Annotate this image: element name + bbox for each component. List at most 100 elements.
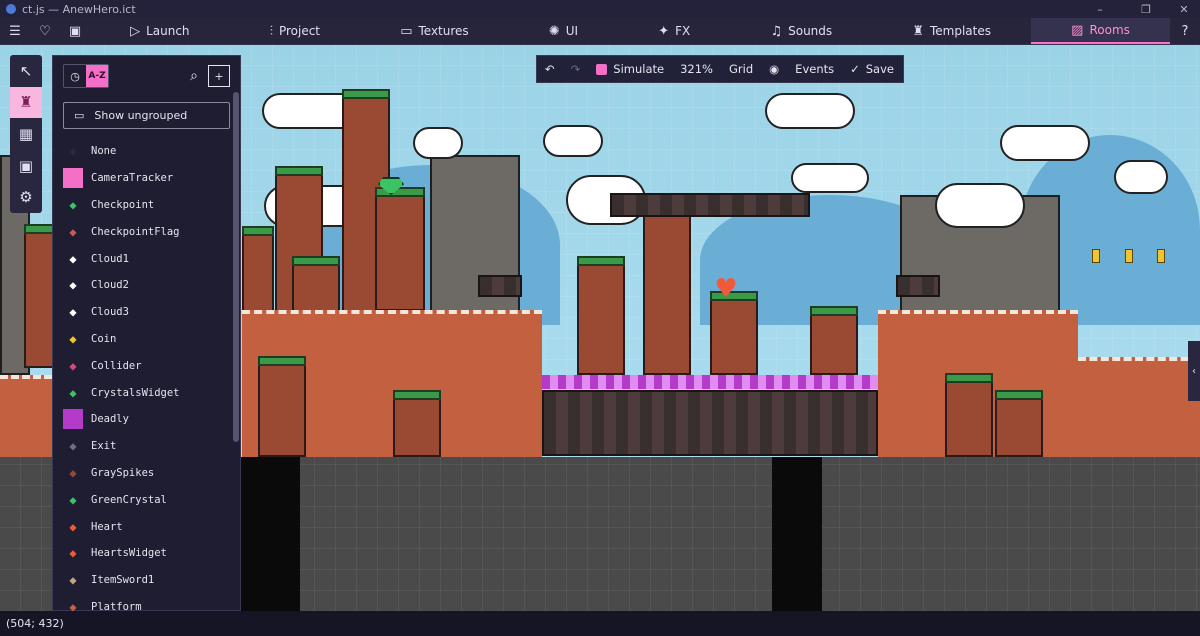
show-ungrouped-button[interactable]: ▭ Show ungrouped <box>63 102 230 129</box>
template-name: Exit <box>91 440 117 453</box>
tab-project[interactable]: ⫶ Project <box>230 18 360 44</box>
rooms-icon: ▨ <box>1071 22 1084 38</box>
coin-copy[interactable] <box>1092 249 1100 263</box>
library-scrollbar[interactable] <box>233 92 239 442</box>
cloud-copy[interactable] <box>791 163 869 193</box>
sort-by-name-button[interactable]: A-Z <box>86 65 108 87</box>
list-item[interactable]: CameraTracker <box>63 165 231 192</box>
eye-icon: ◉ <box>769 62 780 76</box>
template-name: Heart <box>91 520 123 533</box>
select-tool-button[interactable]: ↖ <box>10 55 42 87</box>
cloud-copy[interactable] <box>1114 160 1168 194</box>
cloud-copy[interactable] <box>1000 125 1090 161</box>
list-item[interactable]: ◆ Cloud2 <box>63 272 231 299</box>
room-settings-button[interactable]: ⚙ <box>10 181 42 213</box>
tab-textures[interactable]: ▭ Textures <box>360 18 509 44</box>
template-name: CheckpointFlag <box>91 225 180 238</box>
tool-rail: ↖ ♜ ▦ ▣ ⚙ <box>10 55 42 213</box>
list-item[interactable]: ◆ Exit <box>63 433 231 460</box>
list-item[interactable]: ◆ ItemSword1 <box>63 567 231 594</box>
template-thumbnail: ◆ <box>69 492 77 507</box>
tab-label: Sounds <box>788 24 833 38</box>
events-label: Events <box>795 62 835 76</box>
deadly-zone[interactable] <box>542 375 878 389</box>
template-thumbnail: ◆ <box>69 305 77 320</box>
list-item[interactable]: ◆ Checkpoint <box>63 192 231 219</box>
list-item[interactable]: Deadly <box>63 406 231 433</box>
new-folder-button[interactable]: + <box>208 65 230 87</box>
template-name: Cloud3 <box>91 306 129 319</box>
save-project-button[interactable]: ▣ <box>60 18 90 44</box>
list-item[interactable]: ◆ Cloud3 <box>63 299 231 326</box>
zoom-button[interactable]: 321% <box>672 55 721 83</box>
undo-button[interactable]: ↶ <box>537 55 563 83</box>
tab-ui[interactable]: ✺ UI <box>509 18 618 44</box>
template-thumbnail: ◆ <box>69 573 77 588</box>
template-list: ◆ None CameraTracker ◆ Checkpoint ◆ Checkpoint… <box>63 138 231 612</box>
list-item[interactable]: ◆ CrystalsWidget <box>63 379 231 406</box>
events-button[interactable]: Events <box>787 55 842 83</box>
cloud-copy[interactable] <box>543 125 603 157</box>
list-item[interactable]: ◆ Collider <box>63 352 231 379</box>
list-item[interactable]: ◆ CheckpointFlag <box>63 218 231 245</box>
tiles-tool-button[interactable]: ▦ <box>10 118 42 150</box>
sort-by-date-button[interactable]: ◷ <box>64 65 86 87</box>
minimize-button[interactable]: – <box>1080 0 1120 18</box>
tab-sounds[interactable]: ♫ Sounds <box>730 18 872 44</box>
list-item[interactable]: ◆ Platform <box>63 594 231 612</box>
folder-icon: ▭ <box>74 109 85 122</box>
cloud-copy[interactable] <box>935 183 1025 228</box>
template-name: CameraTracker <box>91 172 174 185</box>
pillar-tile <box>258 356 306 457</box>
copies-tool-button[interactable]: ♜ <box>10 86 42 119</box>
list-item[interactable]: ◆ Coin <box>63 326 231 353</box>
library-header: ◷ A-Z ⌕ + <box>53 56 240 96</box>
tab-fx[interactable]: ✦ FX <box>618 18 730 44</box>
list-item[interactable]: ◆ Cloud1 <box>63 245 231 272</box>
pillar-tile <box>375 187 425 311</box>
template-name: CrystalsWidget <box>91 386 180 399</box>
pillar-tile <box>810 306 858 375</box>
image-icon: ▭ <box>400 23 413 39</box>
save-button[interactable]: ✓ Save <box>842 55 902 83</box>
heart-icon: ♡ <box>39 23 51 39</box>
tab-rooms[interactable]: ▨ Rooms <box>1031 18 1170 44</box>
ground-tile <box>1078 357 1200 457</box>
search-icon[interactable]: ⌕ <box>184 68 204 84</box>
list-item[interactable]: ◆ HeartsWidget <box>63 540 231 567</box>
clock-icon: ◷ <box>70 69 80 83</box>
backgrounds-tool-button[interactable]: ▣ <box>10 150 42 182</box>
template-thumbnail: ◆ <box>69 599 77 612</box>
cursor-icon: ↖ <box>19 61 33 80</box>
pillar-tile <box>643 206 691 375</box>
list-item[interactable]: ◆ None <box>63 138 231 165</box>
tab-label: Templates <box>929 24 991 38</box>
pillar-tile <box>995 390 1043 457</box>
list-item[interactable]: ◆ GreenCrystal <box>63 486 231 513</box>
cave-gap <box>772 457 822 611</box>
coin-copy[interactable] <box>1157 249 1165 263</box>
favorites-button[interactable]: ♡ <box>30 18 60 44</box>
heart-copy[interactable]: ♥ <box>713 276 739 302</box>
simulate-toggle[interactable]: Simulate <box>588 55 672 83</box>
coin-copy[interactable] <box>1125 249 1133 263</box>
tab-templates[interactable]: ♜ Templates <box>872 18 1031 44</box>
help-button[interactable]: ? <box>1170 18 1200 44</box>
crate-tile <box>478 275 522 297</box>
tab-launch[interactable]: ▷ Launch <box>90 18 230 44</box>
cloud-copy[interactable] <box>413 127 463 159</box>
properties-toggle[interactable]: ‹ <box>1188 341 1200 401</box>
close-button[interactable]: ✕ <box>1164 0 1200 18</box>
grid-button[interactable]: Grid <box>721 55 761 83</box>
pillar-tile <box>945 373 993 457</box>
visibility-button[interactable]: ◉ <box>761 55 787 83</box>
list-item[interactable]: ◆ Heart <box>63 513 231 540</box>
pillar-tile <box>292 256 340 312</box>
title-bar: ct.js — AnewHero.ict – ❐ ✕ <box>0 0 1200 18</box>
list-item[interactable]: ◆ GraySpikes <box>63 460 231 487</box>
menu-button[interactable]: ☰ <box>0 18 30 44</box>
template-name: GreenCrystal <box>91 493 167 506</box>
redo-button[interactable]: ↷ <box>563 55 589 83</box>
cloud-copy[interactable] <box>765 93 855 129</box>
maximize-button[interactable]: ❐ <box>1126 0 1166 18</box>
